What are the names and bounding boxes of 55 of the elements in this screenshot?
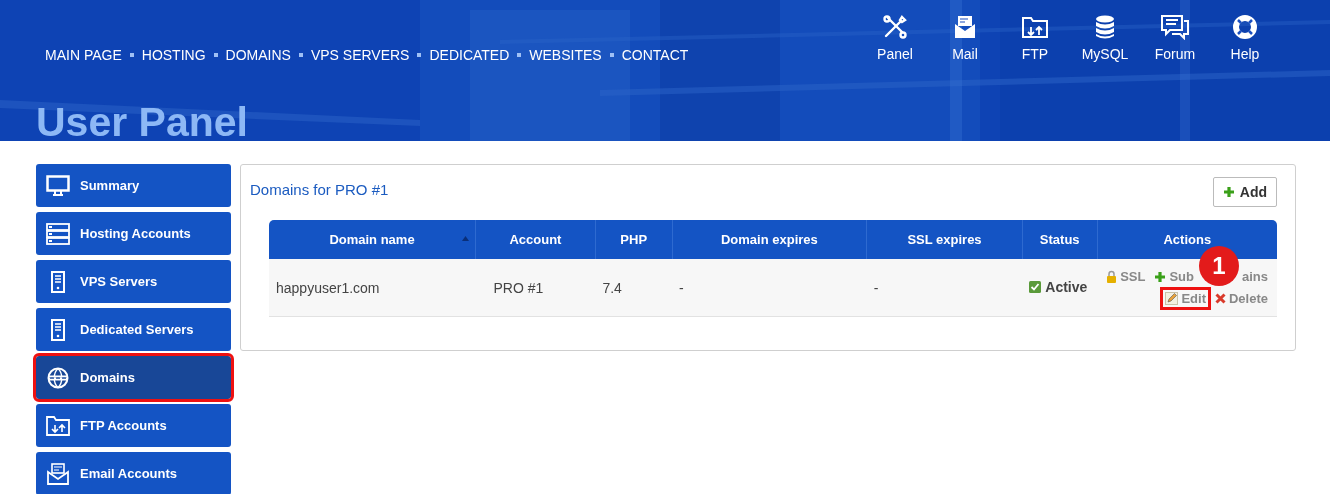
table-cell: happyuser1.com [276, 279, 380, 296]
nav-link[interactable]: MAIN PAGE [45, 47, 122, 63]
page-title: User Panel [36, 102, 249, 141]
table-cell: 7.4 [602, 279, 622, 296]
nav-link[interactable]: CONTACT [621, 47, 689, 63]
toolbar-link[interactable]: FTP [1021, 46, 1049, 62]
plus-icon [1154, 270, 1167, 283]
sidebar-item[interactable]: FTP Accounts [36, 404, 231, 447]
panel-title: Domains for PRO #1 [250, 181, 389, 198]
cross-icon [1214, 293, 1226, 304]
globe-icon [46, 366, 70, 389]
envelope-icon [46, 462, 70, 485]
server-rack-icon [46, 222, 70, 245]
lifebuoy-icon [1232, 14, 1258, 40]
column-header: Account [509, 232, 562, 247]
table-cell: - [873, 279, 879, 296]
table-cell: PRO #1 [493, 279, 544, 296]
nav-link[interactable]: WEBSITES [529, 47, 602, 63]
sidebar-item[interactable]: Domains [36, 356, 231, 399]
column-header: PHP [620, 232, 648, 247]
nav-link[interactable]: DEDICATED [429, 47, 510, 63]
sidebar-item[interactable]: Hosting Accounts [36, 212, 231, 255]
toolbar-link[interactable]: Mail [952, 46, 978, 62]
toolbar-link[interactable]: Help [1230, 46, 1260, 62]
add-button[interactable]: Add [1212, 177, 1277, 207]
column-header: Domain name [329, 232, 415, 247]
column-header: Actions [1163, 232, 1212, 247]
column-header: Domain expires [720, 232, 818, 247]
status-text: Active [1045, 279, 1088, 295]
toolbar-link[interactable]: MySQL [1081, 46, 1129, 62]
toolbar-link[interactable]: Forum [1154, 46, 1196, 62]
column-header: SSL expires [907, 232, 982, 247]
column-header: Status [1039, 232, 1080, 247]
sort-icon[interactable] [462, 236, 469, 241]
nav-link[interactable]: DOMAINS [225, 47, 291, 63]
padlock-icon [1106, 270, 1118, 283]
sidebar-item[interactable]: Summary [36, 164, 231, 207]
sidebar-item[interactable]: Dedicated Servers [36, 308, 231, 351]
nav-link[interactable]: VPS SERVERS [310, 47, 410, 63]
plus-icon [1222, 186, 1235, 198]
sidebar-item[interactable]: VPS Servers [36, 260, 231, 303]
step-badge: 1 [1199, 246, 1239, 286]
pencil-icon [1165, 292, 1179, 305]
toolbar-link[interactable]: Panel [877, 46, 913, 62]
tools-icon [882, 14, 908, 40]
ftp-icon [1021, 14, 1049, 40]
table-cell: - [679, 279, 684, 296]
database-icon [1094, 14, 1116, 40]
mail-icon [953, 14, 977, 40]
sidebar-item[interactable]: Email Accounts [36, 452, 231, 494]
monitor-icon [46, 174, 70, 197]
checkbox-icon [1029, 281, 1042, 293]
folder-transfer-icon [46, 414, 70, 437]
nav-link[interactable]: HOSTING [141, 47, 206, 63]
chat-bubbles-icon [1160, 14, 1190, 40]
